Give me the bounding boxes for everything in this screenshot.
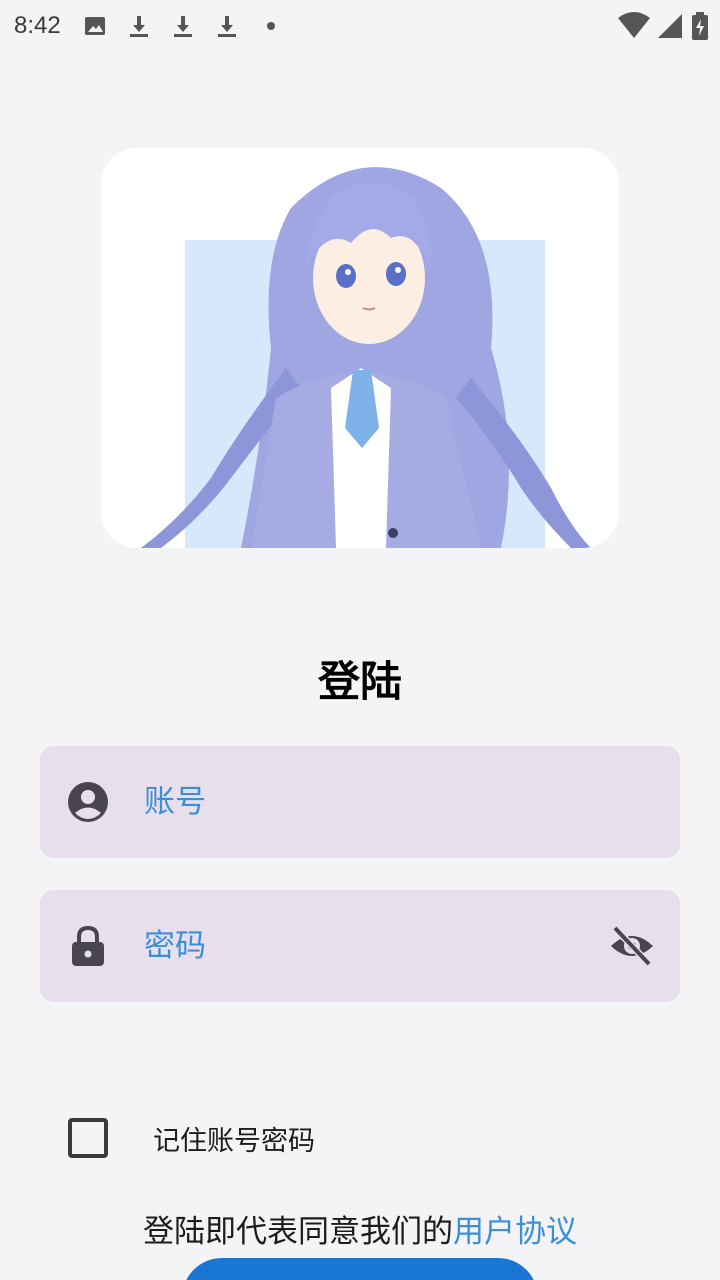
download-icon: [215, 14, 239, 38]
download-icon: [171, 14, 195, 38]
account-input[interactable]: [144, 746, 590, 858]
password-input[interactable]: [144, 890, 590, 1002]
dot-icon: [259, 14, 283, 38]
status-bar: 8:42: [0, 0, 720, 52]
remember-row[interactable]: 记住账号密码: [68, 1118, 315, 1158]
account-field[interactable]: [40, 746, 680, 858]
signal-icon: [658, 12, 684, 44]
remember-label: 记住账号密码: [153, 1125, 315, 1157]
password-field[interactable]: [40, 890, 680, 1002]
status-time: 8:42: [14, 12, 61, 39]
agreement-prefix: 登陆即代表同意我们的: [143, 1214, 453, 1250]
account-circle-icon: [68, 782, 108, 822]
login-button[interactable]: [182, 1258, 538, 1280]
image-icon: [83, 14, 107, 38]
visibility-off-icon[interactable]: [608, 922, 656, 970]
remember-checkbox[interactable]: [68, 1118, 108, 1158]
anime-girl-illustration: [101, 148, 619, 548]
agreement-text: 登陆即代表同意我们的用户协议: [0, 1206, 720, 1251]
battery-charging-icon: [692, 12, 708, 44]
hero-image: [101, 148, 619, 548]
page-title: 登陆: [317, 657, 402, 706]
download-icon: [127, 14, 151, 38]
user-agreement-link[interactable]: 用户协议: [453, 1214, 577, 1250]
wifi-icon: [618, 12, 650, 44]
lock-icon: [68, 925, 108, 966]
